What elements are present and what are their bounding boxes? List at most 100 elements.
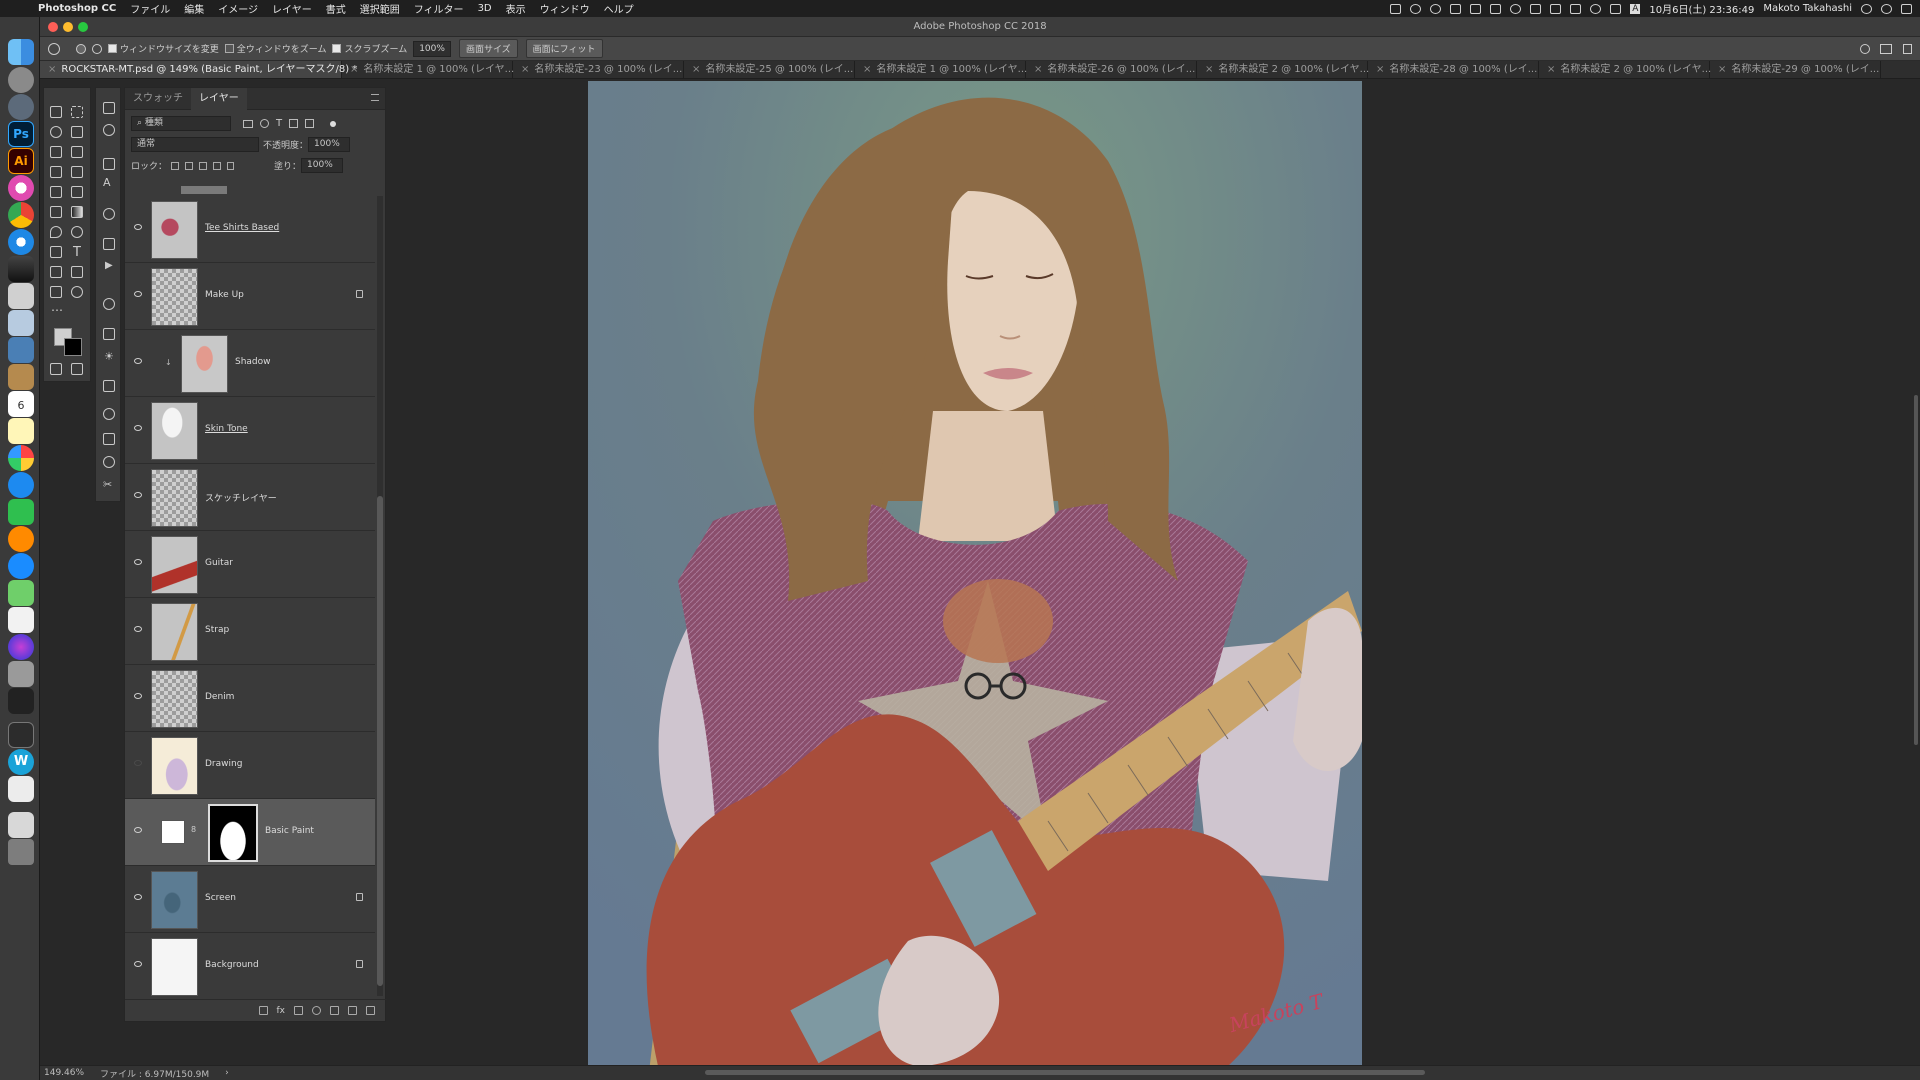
- quick-mask-icon[interactable]: [50, 363, 62, 375]
- filter-adjustment-icon[interactable]: [260, 119, 269, 128]
- app-menu[interactable]: Photoshop CC: [38, 3, 116, 14]
- tab-document-1[interactable]: × ROCKSTAR-MT.psd @ 149% (Basic Paint, レイ…: [40, 61, 357, 78]
- headphones-icon[interactable]: [1450, 3, 1462, 14]
- layer-row[interactable]: Tee Shirts Based: [125, 196, 375, 263]
- user-name[interactable]: Makoto Takahashi: [1763, 3, 1852, 14]
- close-tab-icon[interactable]: ×: [521, 64, 529, 75]
- tab-document-10[interactable]: × 名称未設定-29 @ 100% (レイ...: [1710, 61, 1881, 78]
- creative-cloud-icon[interactable]: [1410, 3, 1422, 14]
- blur-tool-icon[interactable]: [50, 226, 62, 238]
- bold-b-icon[interactable]: [1490, 3, 1502, 14]
- filter-type-icon[interactable]: T: [276, 118, 282, 129]
- final-cut-icon[interactable]: [8, 256, 34, 282]
- scrubby-zoom-checkbox[interactable]: [332, 44, 342, 53]
- itunes-icon[interactable]: [8, 175, 34, 201]
- pen-tool-icon[interactable]: [50, 246, 62, 258]
- visibility-eye-icon[interactable]: [134, 492, 142, 498]
- lock-artboard-icon[interactable]: [213, 161, 222, 170]
- layer-row-selected[interactable]: 8 Basic Paint: [125, 799, 375, 866]
- input-mode-indicator[interactable]: A: [1630, 3, 1641, 14]
- close-tab-icon[interactable]: ×: [1376, 64, 1384, 75]
- visibility-eye-icon-hidden[interactable]: [134, 760, 142, 766]
- layer-mask-thumbnail[interactable]: [208, 804, 258, 862]
- siri-icon[interactable]: [1881, 3, 1892, 14]
- layer-name[interactable]: Tee Shirts Based: [205, 223, 279, 233]
- add-mask-icon[interactable]: [294, 1006, 303, 1015]
- system-preferences-icon[interactable]: [8, 67, 34, 93]
- wifi-icon[interactable]: [1590, 3, 1602, 14]
- siri-dock-icon[interactable]: [8, 634, 34, 660]
- image-file-icon[interactable]: [8, 776, 34, 802]
- color-panel-icon[interactable]: [103, 456, 115, 468]
- layer-style-fx-icon[interactable]: fx: [277, 1006, 286, 1016]
- sun-settings-icon[interactable]: ☀: [104, 350, 114, 363]
- photoshop-icon[interactable]: Ps: [8, 121, 34, 147]
- textedit-icon[interactable]: [8, 607, 34, 633]
- fill-field[interactable]: 100%: [301, 158, 344, 173]
- screen-mode-icon[interactable]: [71, 363, 83, 375]
- delete-layer-icon[interactable]: [366, 1006, 375, 1015]
- visibility-eye-icon[interactable]: [134, 894, 142, 900]
- visibility-eye-icon[interactable]: [134, 961, 142, 967]
- layer-name[interactable]: Skin Tone: [205, 424, 248, 434]
- screen-icon[interactable]: [1390, 3, 1402, 14]
- coffee-icon[interactable]: [8, 688, 34, 714]
- close-tab-icon[interactable]: ×: [1718, 64, 1726, 75]
- visibility-eye-icon[interactable]: [134, 224, 142, 230]
- brush-tool-icon[interactable]: [71, 166, 83, 178]
- photos-icon[interactable]: [8, 445, 34, 471]
- tab-document-9[interactable]: × 名称未設定 2 @ 100% (レイヤ...: [1539, 61, 1711, 78]
- close-tab-icon[interactable]: ×: [863, 64, 871, 75]
- time-machine-icon[interactable]: [1510, 3, 1522, 14]
- eyedropper-tool-icon[interactable]: [71, 146, 83, 158]
- fill-screen-button[interactable]: 画面にフィット: [525, 39, 603, 58]
- archive-icon[interactable]: [8, 661, 34, 687]
- layers-scroll-thumb[interactable]: [377, 496, 383, 986]
- wand-app-icon[interactable]: [8, 722, 34, 748]
- layers-scrollbar[interactable]: [377, 196, 383, 996]
- chrome-icon[interactable]: [8, 202, 34, 228]
- menu-layer[interactable]: レイヤー: [272, 1, 312, 16]
- layer-row[interactable]: Make Up: [125, 263, 375, 330]
- transform-icon[interactable]: [103, 433, 115, 445]
- more-tools-icon[interactable]: …: [51, 300, 63, 314]
- tab-document-3[interactable]: × 名称未設定-23 @ 100% (レイ...: [513, 61, 684, 78]
- calendar-icon[interactable]: 6: [8, 391, 34, 417]
- visibility-eye-icon[interactable]: [134, 559, 142, 565]
- clock[interactable]: 10月6日(土) 23:36:49: [1649, 1, 1754, 16]
- safari-icon[interactable]: [8, 229, 34, 255]
- new-layer-icon[interactable]: [348, 1006, 357, 1015]
- search-icon[interactable]: [1860, 43, 1870, 54]
- close-tab-icon[interactable]: ×: [692, 64, 700, 75]
- photo-viewer-icon[interactable]: [8, 337, 34, 363]
- tab-document-4[interactable]: × 名称未設定-25 @ 100% (レイ...: [684, 61, 855, 78]
- new-group-icon[interactable]: [330, 1006, 339, 1015]
- notebook-icon[interactable]: [8, 364, 34, 390]
- layer-row[interactable]: Drawing: [125, 732, 375, 799]
- layer-row[interactable]: ↓ Shadow: [125, 330, 375, 397]
- trash-icon[interactable]: [8, 839, 34, 865]
- layer-name[interactable]: Drawing: [205, 759, 242, 769]
- spotlight-icon[interactable]: [1861, 3, 1872, 14]
- healing-brush-icon[interactable]: [50, 166, 62, 178]
- link-layers-icon[interactable]: [258, 1006, 268, 1015]
- layer-name[interactable]: Background: [205, 960, 259, 970]
- layer-name[interactable]: Denim: [205, 692, 234, 702]
- zoom-all-windows-checkbox[interactable]: [224, 44, 234, 53]
- maps-icon[interactable]: [8, 580, 34, 606]
- opacity-field[interactable]: 100%: [308, 137, 351, 152]
- close-tab-icon[interactable]: ×: [1034, 64, 1042, 75]
- folder-icon[interactable]: [8, 812, 34, 838]
- status-menu-arrow-icon[interactable]: ›: [225, 1068, 229, 1078]
- zoom-out-icon[interactable]: [92, 43, 102, 54]
- status-zoom[interactable]: 149.46%: [44, 1068, 84, 1078]
- panel-menu-icon[interactable]: [371, 94, 379, 101]
- adjustments-icon[interactable]: [103, 298, 115, 310]
- 3d-panel-icon[interactable]: [103, 408, 115, 420]
- blend-mode-select[interactable]: 通常: [131, 137, 259, 152]
- layer-row[interactable]: Background: [125, 933, 375, 999]
- brush-settings-icon[interactable]: [103, 158, 115, 170]
- layer-row[interactable]: Denim: [125, 665, 375, 732]
- layer-row[interactable]: Screen: [125, 866, 375, 933]
- visibility-eye-icon[interactable]: [134, 827, 142, 833]
